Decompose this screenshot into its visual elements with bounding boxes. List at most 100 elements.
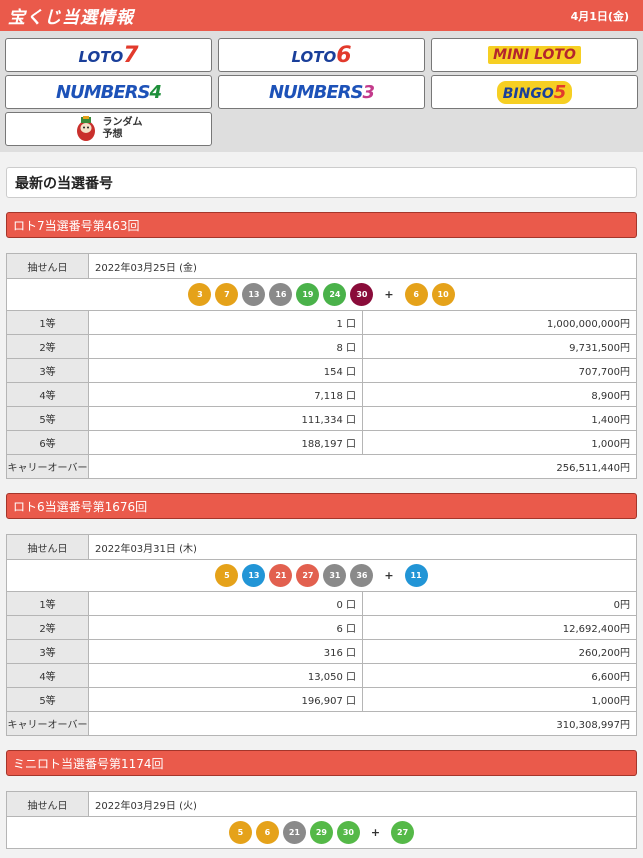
carryover-row: キャリーオーバー 256,511,440円 (7, 454, 636, 478)
prize-row: 5等 111,334 口 1,400円 (7, 406, 636, 430)
prize-rank: 5等 (7, 688, 89, 711)
carryover-row: キャリーオーバー 310,308,997円 (7, 711, 636, 735)
prize-amount: 260,200円 (578, 648, 630, 659)
loto6-logo-text: LOTO (291, 47, 337, 66)
prize-rank: 6等 (7, 431, 89, 454)
bonus-ball: 27 (391, 821, 415, 844)
ball: 7 (215, 283, 239, 306)
ball: 3 (188, 283, 212, 306)
prize-row: 3等 316 口 260,200円 (7, 639, 636, 663)
prize-amount: 707,700円 (578, 367, 630, 378)
prize-row: 3等 154 口 707,700円 (7, 358, 636, 382)
prize-count: 316 口 (89, 640, 363, 663)
prize-row: 6等 188,197 口 1,000円 (7, 430, 636, 454)
ball: 6 (255, 821, 279, 844)
ball: 13 (242, 283, 266, 306)
prize-rank: 4等 (7, 383, 89, 406)
prize-count: 154 口 (89, 359, 363, 382)
prize-rank: 1等 (7, 592, 89, 615)
prize-amount: 12,692,400円 (562, 624, 630, 635)
numbers4-logo-num: 4 (149, 81, 161, 103)
carryover-value: 310,308,997円 (556, 720, 630, 731)
ball: 30 (350, 283, 374, 306)
bonus-ball: 10 (431, 283, 455, 306)
ball: 31 (323, 564, 347, 587)
winning-numbers: 5 13 21 27 31 36 + 11 (7, 559, 636, 591)
carryover-label: キャリーオーバー (7, 712, 89, 735)
loto6-section-header[interactable]: ロト6当選番号第1676回 (6, 493, 637, 519)
bonus-plus: + (384, 569, 394, 582)
header-date: 4月1日(金) (570, 9, 629, 23)
loto6-logo-num: 6 (336, 42, 352, 68)
ball: 19 (296, 283, 320, 306)
prize-amount: 1,000円 (591, 696, 630, 707)
daruma-icon (75, 116, 97, 142)
numbers3-button[interactable]: NUMBERS3 (218, 75, 425, 109)
draw-date-label: 抽せん日 (7, 792, 89, 816)
ball: 27 (296, 564, 320, 587)
numbers3-logo-icon: NUMBERS3 (269, 81, 375, 103)
numbers3-logo-num: 3 (362, 81, 374, 103)
numbers4-logo-icon: NUMBERS4 (56, 81, 162, 103)
ball: 21 (269, 564, 293, 587)
prize-amount: 1,400円 (591, 415, 630, 426)
miniloto-logo-icon: MINI LOTO (488, 46, 581, 64)
prize-row: 2等 6 口 12,692,400円 (7, 615, 636, 639)
numbers4-button[interactable]: NUMBERS4 (5, 75, 212, 109)
bonus-plus: + (384, 288, 394, 301)
carryover-value: 256,511,440円 (556, 463, 630, 474)
miniloto-section-header[interactable]: ミニロト当選番号第1174回 (6, 750, 637, 776)
bonus-ball: 11 (404, 564, 428, 587)
loto6-logo-icon: LOTO6 (291, 43, 351, 68)
winning-numbers: 5 6 21 29 30 + 27 (7, 816, 636, 848)
app-title: 宝くじ当選情報 (8, 8, 134, 28)
prize-amount: 6,600円 (591, 672, 630, 683)
numbers4-logo-text: NUMBERS (56, 81, 150, 103)
prize-rank: 3等 (7, 359, 89, 382)
prize-rank: 5等 (7, 407, 89, 430)
main-content: 最新の当選番号 ロト7当選番号第463回 抽せん日 2022年03月25日 (金… (0, 152, 643, 858)
bingo5-logo-text: BINGO (502, 85, 554, 102)
random-line2: 予想 (102, 129, 123, 140)
ball: 36 (350, 564, 374, 587)
ball: 29 (309, 821, 333, 844)
latest-results-title: 最新の当選番号 (6, 167, 637, 198)
loto7-button[interactable]: LOTO7 (5, 38, 212, 72)
prize-count: 188,197 口 (89, 431, 363, 454)
bingo5-logo-icon: BINGO5 (496, 80, 573, 104)
top-bar: 宝くじ当選情報 4月1日(金) (0, 0, 643, 31)
ball: 30 (336, 821, 360, 844)
loto7-section-header[interactable]: ロト7当選番号第463回 (6, 212, 637, 238)
prize-count: 0 口 (89, 592, 363, 615)
prize-count: 196,907 口 (89, 688, 363, 711)
bonus-ball: 6 (404, 283, 428, 306)
draw-date-row: 抽せん日 2022年03月25日 (金) (7, 254, 636, 278)
ball: 5 (228, 821, 252, 844)
ball: 21 (282, 821, 306, 844)
bingo5-button[interactable]: BINGO5 (431, 75, 638, 109)
prize-rank: 2等 (7, 616, 89, 639)
draw-date-value: 2022年03月31日 (木) (95, 543, 197, 555)
miniloto-button[interactable]: MINI LOTO (431, 38, 638, 72)
prize-row: 4等 13,050 口 6,600円 (7, 663, 636, 687)
bonus-plus: + (370, 826, 381, 839)
draw-date-label: 抽せん日 (7, 535, 89, 559)
loto6-result-table: 抽せん日 2022年03月31日 (木) 5 13 21 27 31 36 + … (6, 534, 637, 736)
random-prediction-button[interactable]: ランダム 予想 (5, 112, 212, 146)
miniloto-result-table: 抽せん日 2022年03月29日 (火) 5 6 21 29 30 + 27 (6, 791, 637, 849)
prize-count: 7,118 口 (89, 383, 363, 406)
draw-date-value: 2022年03月29日 (火) (95, 800, 197, 812)
prize-row: 2等 8 口 9,731,500円 (7, 334, 636, 358)
loto6-button[interactable]: LOTO6 (218, 38, 425, 72)
numbers3-logo-text: NUMBERS (269, 81, 363, 103)
ball: 16 (269, 283, 293, 306)
prize-count: 6 口 (89, 616, 363, 639)
ball: 13 (242, 564, 266, 587)
prize-rank: 1等 (7, 311, 89, 334)
prize-count: 111,334 口 (89, 407, 363, 430)
lottery-logo-grid: LOTO7 LOTO6 MINI LOTO NUMBERS4 NUMBERS3 … (0, 31, 643, 152)
prize-rank: 4等 (7, 664, 89, 687)
prize-row: 1等 1 口 1,000,000,000円 (7, 310, 636, 334)
draw-date-label: 抽せん日 (7, 254, 89, 278)
loto7-logo-num: 7 (123, 42, 139, 68)
